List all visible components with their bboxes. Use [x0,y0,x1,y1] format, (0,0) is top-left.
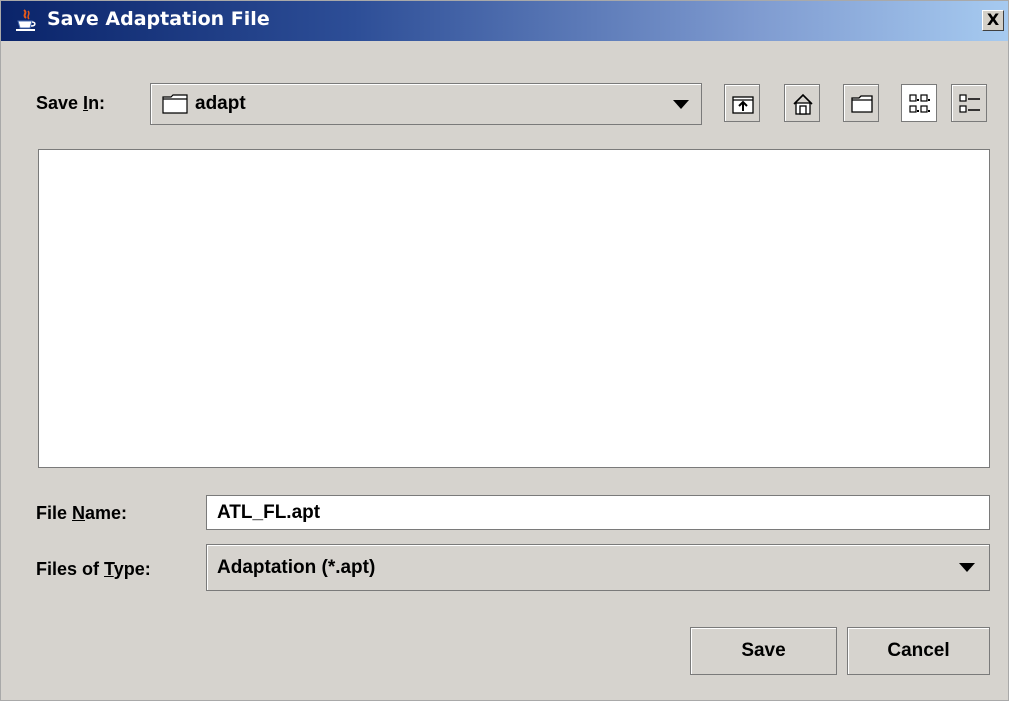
details-view-icon [959,94,980,113]
file-type-label: Files of Type: [36,559,151,579]
up-one-level-button[interactable] [724,84,760,122]
save-in-value: adapt [195,93,246,114]
home-button[interactable] [784,84,820,122]
window-title: Save Adaptation File [47,8,270,30]
details-view-button[interactable] [951,84,987,122]
file-list[interactable] [38,149,990,468]
file-type-dropdown[interactable]: Adaptation (*.apt) [206,544,990,591]
java-cup-icon [15,9,37,33]
new-folder-icon [851,95,873,113]
home-icon [793,93,813,115]
save-dialog: Save Adaptation File X Save In: adapt Fi… [0,0,1009,701]
close-icon: X [986,10,1000,29]
list-view-button[interactable] [901,84,937,122]
chevron-down-icon [959,563,975,572]
list-view-icon [909,94,930,113]
up-folder-icon [732,96,754,114]
cancel-button[interactable]: Cancel [847,627,990,675]
new-folder-button[interactable] [843,84,879,122]
save-button[interactable]: Save [690,627,837,675]
file-name-label: File Name: [36,503,128,523]
save-in-label: Save In: [36,93,106,113]
title-bar[interactable]: Save Adaptation File X [1,1,1008,41]
close-button[interactable]: X [982,10,1004,31]
save-in-dropdown[interactable]: adapt [150,83,702,125]
chevron-down-icon [673,100,689,109]
file-type-value: Adaptation (*.apt) [217,557,376,578]
folder-icon [162,94,188,119]
file-name-input[interactable] [206,495,990,530]
